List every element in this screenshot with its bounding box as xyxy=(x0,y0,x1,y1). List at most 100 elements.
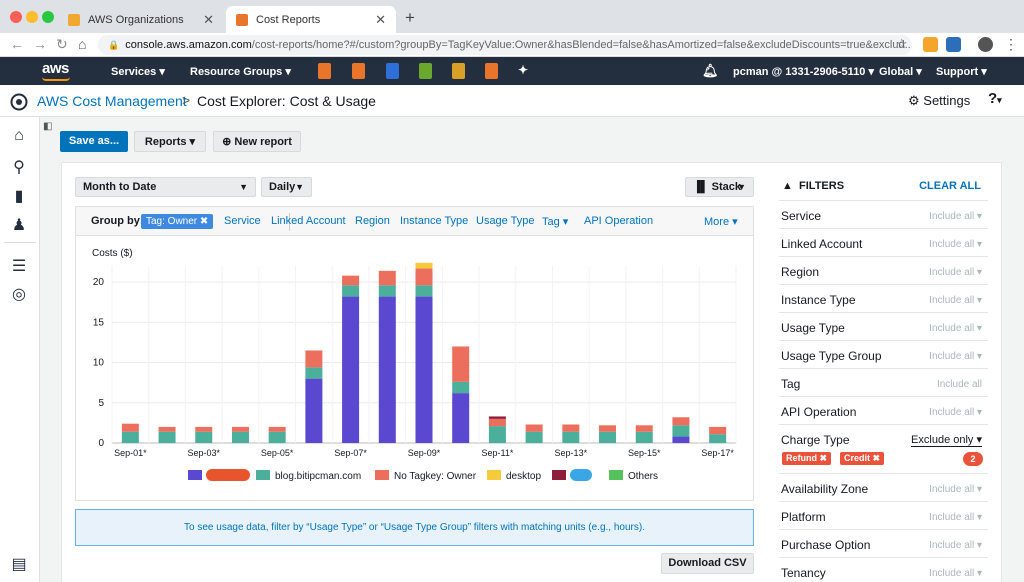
extension-icon[interactable] xyxy=(923,37,938,52)
breadcrumb-cost-management[interactable]: AWS Cost Management xyxy=(37,93,187,109)
bookmark-star-icon[interactable]: ☆ xyxy=(896,36,908,52)
service-shortcut-icon[interactable] xyxy=(352,63,365,79)
filter-mode-select[interactable]: Exclude only ▾ xyxy=(911,433,982,447)
filter-row[interactable]: Instance Type Include all ▾ xyxy=(779,284,988,312)
group-by-usage-type[interactable]: Usage Type xyxy=(476,215,535,227)
bar-segment xyxy=(525,424,543,432)
service-shortcut-icon[interactable] xyxy=(318,63,331,79)
history-icon[interactable]: ◎ xyxy=(9,284,29,304)
url-field[interactable]: 🔒 console.aws.amazon.com /cost-reports/h… xyxy=(98,35,912,55)
filter-mode-select[interactable]: Include all ▾ xyxy=(929,239,982,250)
bar-segment xyxy=(121,423,139,432)
service-shortcut-icon[interactable] xyxy=(452,63,465,79)
bar-segment xyxy=(342,296,360,443)
bar-segment xyxy=(415,296,433,443)
group-by-service[interactable]: Service xyxy=(224,215,261,227)
region-menu[interactable]: Global ▾ xyxy=(879,65,922,78)
service-shortcut-icon[interactable] xyxy=(419,63,432,79)
chart-style-select[interactable]: ▐▌ Stack ▼ xyxy=(685,177,754,197)
save-as-button[interactable]: Save as... xyxy=(60,131,128,152)
date-range-select[interactable]: Month to Date ▼ xyxy=(75,177,256,197)
filter-mode-select[interactable]: Include all ▾ xyxy=(929,351,982,362)
filter-mode-select[interactable]: Include all ▾ xyxy=(929,211,982,222)
filter-row[interactable]: Availability Zone Include all ▾ xyxy=(779,473,988,501)
pin-icon[interactable]: ✦ xyxy=(518,63,528,77)
filter-mode-select[interactable]: Include all ▾ xyxy=(929,540,982,551)
tab-aws-organizations[interactable]: AWS Organizations ✕ xyxy=(58,6,224,33)
reload-icon[interactable]: ↻ xyxy=(56,36,68,53)
filter-chip[interactable]: Refund ✖ xyxy=(782,452,832,465)
group-by-active-tag[interactable]: Tag: Owner ✖ xyxy=(141,214,214,229)
filter-row[interactable]: Usage Type Group Include all ▾ xyxy=(779,340,988,368)
filters-title[interactable]: ▲ FILTERS xyxy=(782,180,844,192)
home-icon[interactable]: ⌂ xyxy=(9,127,29,145)
filter-chip[interactable]: Credit ✖ xyxy=(840,452,885,465)
close-tab-icon[interactable]: ✕ xyxy=(203,12,214,28)
clear-all-link[interactable]: CLEAR ALL xyxy=(919,180,981,192)
reports-book-icon[interactable]: ▮ xyxy=(9,186,29,206)
browser-menu-icon[interactable]: ⋮ xyxy=(1004,36,1018,53)
filter-row[interactable]: API Operation Include all ▾ xyxy=(779,396,988,424)
new-report-button[interactable]: ⊕ New report xyxy=(213,131,301,152)
budgets-bell-icon[interactable]: ♟ xyxy=(9,215,29,235)
service-shortcut-icon[interactable] xyxy=(386,63,399,79)
filter-row[interactable]: Linked Account Include all ▾ xyxy=(779,228,988,256)
filter-name: Tag xyxy=(781,377,801,391)
reports-dropdown[interactable]: Reports ▾ xyxy=(134,131,206,152)
zoom-window-button[interactable] xyxy=(42,11,54,23)
filter-mode-select[interactable]: Include all ▾ xyxy=(929,484,982,495)
tab-cost-reports[interactable]: Cost Reports ✕ xyxy=(226,6,396,33)
group-by-more[interactable]: More ▾ xyxy=(704,215,738,228)
new-tab-button[interactable]: + xyxy=(405,8,415,28)
bar-segment xyxy=(562,424,580,432)
services-menu[interactable]: Services ▾ xyxy=(111,65,165,78)
filter-row[interactable]: Usage Type Include all ▾ xyxy=(779,312,988,340)
filter-row[interactable]: Charge Type Exclude only ▾ Refund ✖ Credit … xyxy=(779,424,988,473)
service-shortcut-icon[interactable] xyxy=(485,63,498,79)
home-icon[interactable]: ⌂ xyxy=(78,36,86,52)
close-tab-icon[interactable]: ✕ xyxy=(375,12,386,28)
filter-mode-select[interactable]: Include all xyxy=(937,379,982,390)
filter-row[interactable]: Purchase Option Include all ▾ xyxy=(779,529,988,557)
filter-mode-select[interactable]: Include all ▾ xyxy=(929,267,982,278)
filter-name: Service xyxy=(781,209,822,223)
extension-icon[interactable] xyxy=(946,37,961,52)
help-menu[interactable]: ?▾ xyxy=(988,90,1002,107)
search-icon[interactable]: ⚲ xyxy=(9,157,29,177)
filter-mode-select[interactable]: Include all ▾ xyxy=(929,512,982,523)
aws-logo[interactable]: aws xyxy=(42,60,69,77)
filter-row[interactable]: Tag Include all xyxy=(779,368,988,396)
close-window-button[interactable] xyxy=(10,11,22,23)
back-arrow-icon[interactable]: ← xyxy=(10,36,24,52)
group-by-region[interactable]: Region xyxy=(355,215,390,227)
support-menu[interactable]: Support ▾ xyxy=(936,65,987,78)
collapse-panel-icon[interactable]: ◧ xyxy=(43,121,52,132)
group-by-instance-type[interactable]: Instance Type xyxy=(400,215,468,227)
group-by-tag[interactable]: Tag ▾ xyxy=(542,215,568,228)
settings-button[interactable]: ⚙ Settings xyxy=(908,93,970,109)
filter-row[interactable]: Tenancy Include all ▾ xyxy=(779,557,988,582)
filter-mode-select[interactable]: Include all ▾ xyxy=(929,323,982,334)
document-icon[interactable]: ▤ xyxy=(9,554,29,574)
filter-mode-select[interactable]: Include all ▾ xyxy=(929,295,982,306)
notification-bell-icon[interactable]: 🔔︎ xyxy=(702,63,719,79)
filter-row[interactable]: Platform Include all ▾ xyxy=(779,501,988,529)
x-tick-label: Sep-09* xyxy=(408,448,441,458)
minimize-window-button[interactable] xyxy=(26,11,38,23)
granularity-select[interactable]: Daily ▼ xyxy=(261,177,312,197)
profile-avatar[interactable] xyxy=(978,37,993,52)
account-menu[interactable]: pcman @ 1331-2906-5110 ▾ xyxy=(733,65,874,78)
filter-mode-select[interactable]: Include all ▾ xyxy=(929,407,982,418)
group-by-linked-account[interactable]: Linked Account xyxy=(271,215,346,227)
filter-mode-select[interactable]: Include all ▾ xyxy=(929,568,982,579)
filter-row[interactable]: Region Include all ▾ xyxy=(779,256,988,284)
resource-groups-menu[interactable]: Resource Groups ▾ xyxy=(190,65,291,78)
bar-segment xyxy=(635,431,653,443)
filter-row[interactable]: Service Include all ▾ xyxy=(779,200,988,228)
list-icon[interactable]: ☰ xyxy=(9,256,29,276)
download-csv-button[interactable]: Download CSV xyxy=(661,553,754,574)
group-by-api-operation[interactable]: API Operation xyxy=(584,215,653,227)
granularity-value: Daily xyxy=(269,181,296,193)
remove-tag-icon[interactable]: ✖ xyxy=(200,216,208,227)
forward-arrow-icon[interactable]: → xyxy=(33,36,47,52)
